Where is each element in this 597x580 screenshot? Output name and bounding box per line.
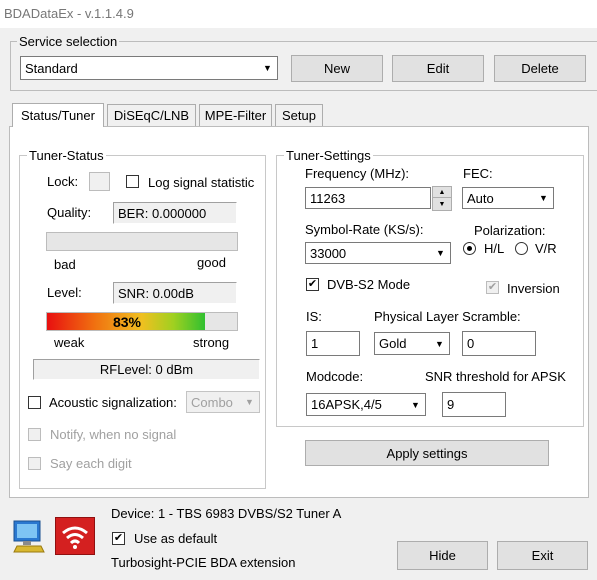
tab-diseqc-lnb[interactable]: DiSEqC/LNB — [107, 104, 196, 126]
service-selection-label: Service selection — [17, 34, 120, 49]
fec-select[interactable]: Auto ▼ — [462, 187, 554, 209]
quality-bar — [46, 232, 238, 251]
pol-hl-label: H/L — [484, 241, 505, 256]
tab-mpe-filter[interactable]: MPE-Filter — [199, 104, 272, 126]
pls-label: Physical Layer Scramble: — [374, 309, 521, 324]
log-signal-label: Log signal statistic — [148, 175, 255, 190]
acoustic-select-value: Combo — [191, 394, 233, 410]
acoustic-checkbox[interactable] — [28, 396, 41, 409]
pls-input[interactable]: 0 — [462, 331, 536, 356]
modcode-label: Modcode: — [306, 369, 364, 384]
bad-label: bad — [54, 257, 76, 272]
edit-button[interactable]: Edit — [392, 55, 484, 82]
use-default-label: Use as default — [134, 531, 218, 546]
service-select[interactable]: Standard ▼ — [20, 56, 278, 80]
is-label: IS: — [306, 309, 322, 324]
spin-down-icon[interactable]: ▼ — [433, 199, 451, 210]
pls-mode-select[interactable]: Gold ▼ — [374, 332, 450, 355]
notify-checkbox[interactable] — [28, 428, 41, 441]
chevron-down-icon[interactable]: ▼ — [431, 334, 448, 353]
exit-button[interactable]: Exit — [497, 541, 588, 570]
frequency-label: Frequency (MHz): — [305, 166, 410, 181]
extension-text: Turbosight-PCIE BDA extension — [111, 555, 296, 570]
snr-threshold-input[interactable]: 9 — [442, 392, 506, 417]
quality-label: Quality: — [47, 205, 92, 220]
notify-label: Notify, when no signal — [50, 427, 177, 442]
apply-settings-button[interactable]: Apply settings — [305, 440, 549, 466]
dvbs2-checkbox[interactable]: ✔ — [306, 278, 319, 291]
dvbs2-label: DVB-S2 Mode — [327, 277, 411, 292]
chevron-down-icon[interactable]: ▼ — [241, 393, 258, 411]
symbol-rate-select[interactable]: 33000 ▼ — [305, 242, 451, 264]
log-signal-checkbox[interactable] — [126, 175, 139, 188]
acoustic-label: Acoustic signalization: — [49, 395, 177, 410]
weak-label: weak — [54, 335, 85, 350]
good-label: good — [197, 255, 226, 270]
window-title: BDADataEx - v.1.1.4.9 — [4, 6, 134, 21]
lock-indicator — [89, 172, 110, 191]
pls-mode-value: Gold — [379, 336, 407, 351]
chevron-down-icon[interactable]: ▼ — [535, 189, 552, 207]
strong-label: strong — [193, 335, 230, 350]
level-bar: 83% — [46, 312, 238, 331]
inversion-checkbox[interactable]: ✔ — [486, 281, 499, 294]
say-digit-checkbox[interactable] — [28, 457, 41, 470]
modcode-value: 16APSK,4/5 — [311, 397, 382, 412]
symbol-rate-value: 33000 — [310, 245, 347, 261]
new-button[interactable]: New — [291, 55, 383, 82]
symbol-rate-label: Symbol-Rate (KS/s): — [305, 222, 424, 237]
tab-status-tuner[interactable]: Status/Tuner — [12, 103, 104, 127]
pol-hl-radio[interactable] — [463, 242, 476, 255]
monitor-icon — [11, 518, 47, 554]
spin-up-icon[interactable]: ▲ — [433, 187, 451, 198]
acoustic-select[interactable]: Combo ▼ — [186, 391, 260, 413]
pol-vr-radio[interactable] — [515, 242, 528, 255]
use-default-checkbox[interactable]: ✔ — [112, 532, 125, 545]
frequency-input[interactable]: 11263 — [305, 187, 431, 209]
title-bar: BDADataEx - v.1.1.4.9 — [0, 0, 597, 28]
device-text: Device: 1 - TBS 6983 DVBS/S2 Tuner A — [111, 506, 342, 521]
inversion-label: Inversion — [507, 281, 560, 296]
hide-button[interactable]: Hide — [397, 541, 488, 570]
is-input[interactable]: 1 — [306, 331, 360, 356]
tuner-settings-label: Tuner-Settings — [284, 148, 373, 163]
level-label: Level: — [47, 285, 82, 300]
say-digit-label: Say each digit — [50, 456, 132, 471]
rflevel-display: RFLevel: 0 dBm — [33, 359, 260, 380]
pol-vr-label: V/R — [535, 241, 557, 256]
level-percent: 83% — [112, 313, 142, 330]
rflevel-value: RFLevel: 0 dBm — [99, 362, 194, 377]
delete-button[interactable]: Delete — [494, 55, 586, 82]
snr-display: SNR: 0.00dB — [113, 282, 237, 304]
wifi-icon — [55, 517, 95, 555]
chevron-down-icon[interactable]: ▼ — [407, 395, 424, 414]
fec-select-value: Auto — [467, 190, 494, 206]
modcode-select[interactable]: 16APSK,4/5 ▼ — [306, 393, 426, 416]
polarization-label: Polarization: — [474, 223, 546, 238]
service-select-value: Standard — [25, 60, 78, 76]
fec-label: FEC: — [463, 166, 493, 181]
tab-setup[interactable]: Setup — [275, 104, 323, 126]
frequency-spinner[interactable]: ▲ ▼ — [432, 186, 452, 211]
ber-display: BER: 0.000000 — [113, 202, 237, 224]
lock-label: Lock: — [47, 174, 79, 189]
snr-threshold-label: SNR threshold for APSK — [425, 369, 566, 384]
tuner-status-label: Tuner-Status — [27, 148, 106, 163]
chevron-down-icon[interactable]: ▼ — [259, 58, 276, 78]
chevron-down-icon[interactable]: ▼ — [432, 244, 449, 262]
